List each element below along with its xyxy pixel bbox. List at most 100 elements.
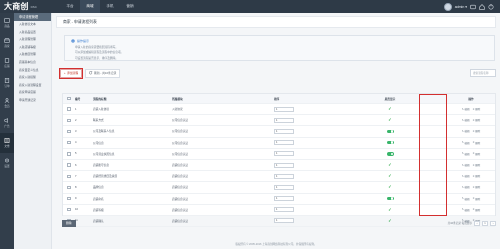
row-check[interactable]: [65, 205, 73, 215]
edit-button[interactable]: ✎ 编辑: [462, 107, 470, 112]
check-icon[interactable]: ✓: [388, 162, 392, 167]
row-check[interactable]: [65, 194, 73, 204]
row-check[interactable]: [65, 104, 73, 114]
edit-button[interactable]: ✎ 编辑: [462, 141, 470, 145]
sub-sidebar-item[interactable]: 入驻流程管理: [14, 36, 51, 44]
toggle-switch[interactable]: [386, 129, 394, 134]
delete-button[interactable]: ✕删除: [473, 163, 481, 168]
toggle-switch[interactable]: [386, 152, 394, 156]
toggle-switch[interactable]: [386, 140, 394, 145]
sub-sidebar-item[interactable]: 商家入驻提醒: [14, 74, 51, 82]
sort-input[interactable]: 1: [274, 196, 294, 202]
batch-delete-button[interactable]: 删除: [62, 219, 76, 227]
edit-button[interactable]: ✎ 编辑: [462, 197, 470, 201]
search-input[interactable]: 搜索流程名称: [470, 69, 496, 77]
sort-input[interactable]: 1: [274, 128, 294, 134]
delete-button[interactable]: ✕删除: [473, 197, 481, 201]
delete-button[interactable]: ✕删除: [473, 208, 481, 212]
logo[interactable]: 大商创 DSC: [0, 0, 52, 13]
row-check[interactable]: [65, 115, 73, 125]
edit-button[interactable]: ✎ 编辑: [462, 174, 470, 179]
sort-input[interactable]: 1: [274, 140, 294, 146]
delete-button[interactable]: ✕删除: [473, 174, 481, 179]
add-process-button[interactable]: + 添加流程: [58, 66, 84, 80]
row-check[interactable]: [65, 149, 73, 159]
row-check[interactable]: [65, 160, 73, 170]
delete-button[interactable]: ✕删除: [473, 118, 481, 123]
rail-item-merchant[interactable]: 商家: [0, 33, 14, 53]
edit-button[interactable]: ✎ 编辑: [462, 152, 470, 156]
sub-sidebar-item[interactable]: 申请开通记录: [14, 97, 51, 105]
topnav-mall[interactable]: 商城: [80, 0, 100, 13]
sort-input[interactable]: 1: [274, 207, 294, 213]
checkbox[interactable]: [67, 107, 71, 111]
rail-item-member[interactable]: 会员: [0, 93, 14, 113]
edit-button[interactable]: ✎ 编辑: [462, 163, 470, 168]
edit-button[interactable]: ✎ 编辑: [462, 185, 470, 190]
sub-sidebar-item[interactable]: 商家申请店铺: [14, 89, 51, 97]
page-number[interactable]: 1: [482, 220, 488, 226]
header-check[interactable]: [65, 94, 73, 103]
checkbox[interactable]: [67, 185, 71, 190]
edit-button[interactable]: ✎ 编辑: [462, 118, 470, 123]
header-id[interactable]: 编号: [75, 94, 85, 103]
checkbox[interactable]: [67, 129, 71, 134]
sub-sidebar-item[interactable]: 商家入驻流程设置: [14, 82, 51, 90]
rail-item-goods[interactable]: 商品: [0, 13, 14, 33]
checkbox[interactable]: [67, 152, 71, 156]
rail-item-settings[interactable]: 设置: [0, 153, 14, 173]
edit-button[interactable]: ✎ 编辑: [462, 129, 470, 134]
check-icon[interactable]: ✓: [388, 106, 392, 111]
row-check[interactable]: [65, 171, 73, 181]
sort-input[interactable]: 1: [274, 162, 294, 168]
rail-item-order[interactable]: 订单: [0, 73, 14, 93]
topnav-platform[interactable]: 平台: [60, 0, 80, 13]
checkbox[interactable]: [67, 163, 71, 167]
delete-button[interactable]: ✕删除: [473, 141, 481, 145]
checkbox[interactable]: [67, 118, 71, 122]
topnav-mobile[interactable]: 手机: [100, 0, 120, 13]
logout-icon[interactable]: [488, 3, 494, 10]
checkbox[interactable]: [67, 196, 71, 201]
row-check[interactable]: [65, 182, 73, 192]
delete-button[interactable]: ✕删除: [473, 152, 481, 156]
sub-sidebar-item[interactable]: 入驻商品设置: [14, 29, 51, 37]
check-icon[interactable]: ✓: [388, 207, 392, 212]
sub-sidebar-item[interactable]: 入驻类目管理: [14, 51, 51, 59]
next-page-button[interactable]: ›: [490, 220, 496, 226]
row-check[interactable]: [65, 126, 73, 136]
rail-item-shop[interactable]: 店铺: [0, 53, 14, 73]
delete-button[interactable]: ✕删除: [473, 107, 481, 112]
sort-input[interactable]: 1: [274, 106, 294, 112]
check-icon[interactable]: ✓: [388, 117, 392, 122]
delete-button[interactable]: ✕删除: [473, 185, 481, 190]
rail-item-article[interactable]: 文章: [0, 133, 14, 153]
check-icon[interactable]: ✓: [388, 173, 392, 178]
rail-item-ad[interactable]: 广告: [0, 113, 14, 133]
sort-input[interactable]: 1: [274, 173, 294, 179]
checkbox[interactable]: [67, 140, 71, 145]
checkbox[interactable]: [67, 174, 71, 178]
home-icon[interactable]: [479, 3, 485, 10]
sort-input[interactable]: 1: [274, 184, 294, 190]
sort-input[interactable]: 1: [274, 117, 294, 123]
sub-sidebar-item[interactable]: 店铺基本信息: [14, 59, 51, 67]
sub-sidebar-item[interactable]: 入驻协议文本: [14, 21, 51, 29]
prev-page-button[interactable]: ‹: [474, 220, 480, 226]
toggle-switch[interactable]: [386, 196, 394, 201]
refresh-button[interactable]: 刷新 - 共10条记录: [85, 68, 121, 78]
check-icon[interactable]: ✓: [388, 185, 392, 189]
message-icon[interactable]: [470, 4, 476, 10]
avatar[interactable]: [443, 2, 452, 11]
sort-input[interactable]: 1: [274, 151, 294, 157]
sub-sidebar-head[interactable]: 申请流程管理: [14, 13, 51, 21]
checkbox[interactable]: [67, 96, 71, 101]
row-check[interactable]: [65, 138, 73, 148]
header-sort[interactable]: 排序: [274, 94, 300, 103]
sub-sidebar-item[interactable]: 商家自定义信息: [14, 67, 51, 75]
topnav-marketing[interactable]: 营销: [120, 0, 140, 13]
username[interactable]: admin ▾: [455, 5, 467, 9]
edit-button[interactable]: ✎ 编辑: [462, 208, 470, 212]
sub-sidebar-item[interactable]: 入驻店铺等级: [14, 44, 51, 52]
delete-button[interactable]: ✕删除: [473, 129, 481, 134]
